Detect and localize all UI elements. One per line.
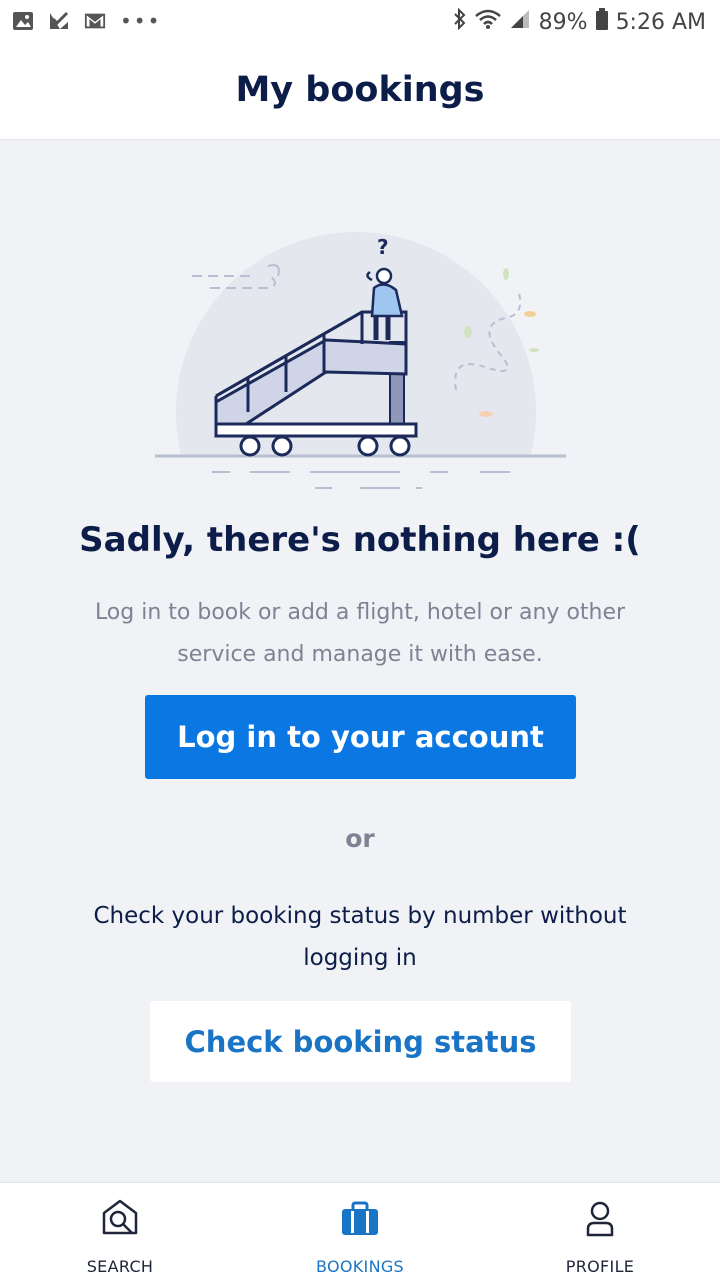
or-divider: or [345, 824, 375, 853]
search-icon [98, 1197, 142, 1241]
nav-label-search: SEARCH [86, 1257, 154, 1276]
page-title: My bookings [235, 70, 485, 110]
notification-icons: ••• [12, 10, 161, 32]
wifi-icon [474, 8, 501, 36]
battery-level: 89% [538, 9, 588, 35]
signal-icon [509, 8, 531, 36]
bottom-navigation: SEARCH BOOKINGS PROFILE [0, 1182, 720, 1280]
nav-item-search[interactable]: SEARCH [0, 1183, 240, 1280]
question-mark: ? [377, 235, 389, 259]
briefcase-icon [338, 1197, 382, 1241]
clock: 5:26 AM [615, 9, 706, 35]
empty-state-illustration: ? [150, 232, 570, 496]
check-booking-status-button[interactable]: Check booking status [150, 1001, 571, 1082]
battery-icon [595, 8, 608, 36]
login-button[interactable]: Log in to your account [145, 695, 576, 779]
nav-item-bookings[interactable]: BOOKINGS [240, 1183, 480, 1280]
check-status-description: Check your booking status by number with… [93, 903, 627, 971]
empty-state-title: Sadly, there's nothing here :( [79, 520, 641, 560]
profile-icon [578, 1197, 622, 1241]
nav-label-bookings: BOOKINGS [315, 1257, 405, 1276]
gmail-icon [84, 10, 106, 32]
more-notifications-icon: ••• [120, 9, 162, 33]
nav-item-profile[interactable]: PROFILE [480, 1183, 720, 1280]
gallery-icon [12, 10, 34, 32]
empty-state-description: Log in to book or add a flight, hotel or… [94, 600, 626, 667]
nav-label-profile: PROFILE [565, 1257, 635, 1276]
bluetooth-icon [453, 7, 467, 36]
status-bar: ••• 89% 5:26 AM [0, 0, 720, 44]
system-status: 89% 5:26 AM [453, 7, 706, 36]
app-header: My bookings [0, 44, 720, 140]
task-check-icon [48, 10, 70, 32]
